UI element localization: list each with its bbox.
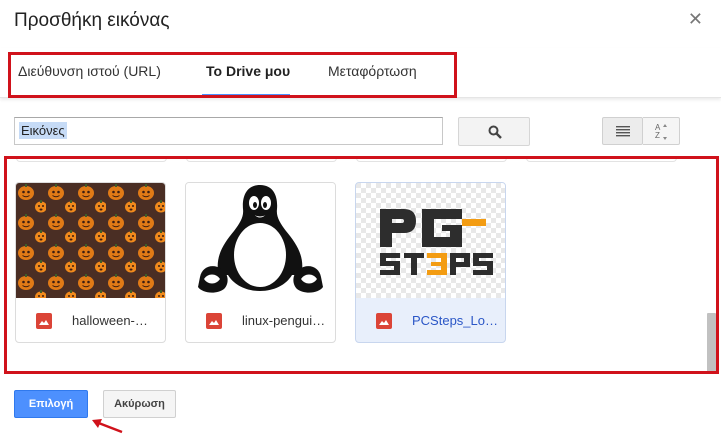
annotation-arrow-icon [92,419,123,434]
search-value: Εικόνες [19,122,67,139]
tab-upload[interactable]: Μεταφόρτωση [328,63,417,79]
partial-card[interactable] [526,158,677,162]
file-name: PCSteps_Lo… [412,313,498,328]
tabs-bar: Διεύθυνση ιστού (URL) Το Drive μου Μεταφ… [0,48,721,98]
cancel-button[interactable]: Ακύρωση [103,390,176,418]
tab-url[interactable]: Διεύθυνση ιστού (URL) [18,63,161,79]
thumbnail-pumpkins [16,183,165,298]
file-name: halloween-… [72,313,148,328]
card-footer: linux-pengui… [186,298,335,342]
thumbnail-tux [186,183,335,298]
file-card-pcsteps-logo[interactable]: PCSteps_Lo… [355,182,506,343]
search-input[interactable]: Εικόνες [14,117,443,145]
sort-az-icon: A Z [655,123,667,140]
dialog-title: Προσθήκη εικόνας [14,10,170,31]
tab-my-drive[interactable]: Το Drive μου [206,63,290,79]
thumbnail-pcsteps-logo [356,183,505,298]
close-icon[interactable]: ✕ [688,10,703,28]
sort-button[interactable]: A Z [643,117,680,145]
file-card-linux-penguin[interactable]: linux-pengui… [185,182,336,343]
partial-card[interactable] [16,158,167,162]
results-scrollbar[interactable] [707,313,716,372]
file-name: linux-pengui… [242,313,326,328]
file-results-grid: halloween-… linux-pengui… PCSteps_Lo… [0,158,721,372]
select-button[interactable]: Επιλογή [14,390,88,418]
partial-card[interactable] [356,158,507,162]
active-tab-indicator [202,94,290,97]
image-file-icon [206,313,222,329]
list-view-icon [616,126,630,137]
image-file-icon [36,313,52,329]
image-file-icon [376,313,392,329]
partial-card[interactable] [186,158,337,162]
search-button[interactable] [458,117,530,146]
card-footer: halloween-… [16,298,165,342]
search-icon [488,125,502,139]
card-footer: PCSteps_Lo… [356,298,505,342]
svg-text:Z: Z [655,131,660,140]
list-view-button[interactable] [602,117,643,145]
file-card-halloween[interactable]: halloween-… [15,182,166,343]
